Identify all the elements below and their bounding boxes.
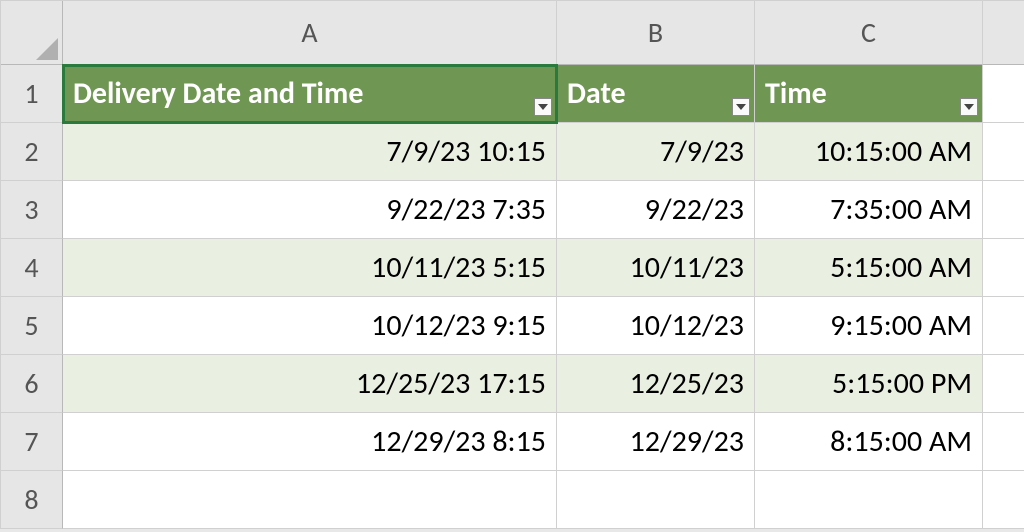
col-header-d[interactable] [983,1,1024,65]
cell-b2[interactable]: 7/9/23 [557,123,755,181]
cell-a2[interactable]: 7/9/23 10:15 [63,123,557,181]
row-header-1[interactable]: 1 [1,65,63,123]
cell-b4[interactable]: 10/11/23 [557,239,755,297]
row-header-8[interactable]: 8 [1,471,63,529]
cell-d2[interactable] [983,123,1024,181]
cell-b5[interactable]: 10/12/23 [557,297,755,355]
row-header-3[interactable]: 3 [1,181,63,239]
cell-b6[interactable]: 12/25/23 [557,355,755,413]
col-header-c[interactable]: C [755,1,983,65]
cell-d3[interactable] [983,181,1024,239]
cell-b7[interactable]: 12/29/23 [557,413,755,471]
cell-a6[interactable]: 12/25/23 17:15 [63,355,557,413]
cell-d4[interactable] [983,239,1024,297]
cell-c6[interactable]: 5:15:00 PM [755,355,983,413]
cell-a3[interactable]: 9/22/23 7:35 [63,181,557,239]
cell-a8[interactable] [63,471,557,529]
row-header-6[interactable]: 6 [1,355,63,413]
spreadsheet-grid: A B C 1 Delivery Date and Time Date Time… [0,0,1024,529]
cell-d6[interactable] [983,355,1024,413]
row-header-2[interactable]: 2 [1,123,63,181]
cell-c1[interactable]: Time [755,65,983,123]
cell-c7[interactable]: 8:15:00 AM [755,413,983,471]
select-all-corner[interactable] [1,1,63,65]
col-header-b[interactable]: B [557,1,755,65]
cell-a4[interactable]: 10/11/23 5:15 [63,239,557,297]
cell-c4[interactable]: 5:15:00 AM [755,239,983,297]
cell-c3[interactable]: 7:35:00 AM [755,181,983,239]
cell-d7[interactable] [983,413,1024,471]
col-header-a[interactable]: A [63,1,557,65]
row-header-5[interactable]: 5 [1,297,63,355]
cell-c5[interactable]: 9:15:00 AM [755,297,983,355]
cell-d5[interactable] [983,297,1024,355]
cell-c2[interactable]: 10:15:00 AM [755,123,983,181]
table-header-label: Date [567,75,626,112]
cell-c8[interactable] [755,471,983,529]
cell-b8[interactable] [557,471,755,529]
cell-a5[interactable]: 10/12/23 9:15 [63,297,557,355]
table-header-label: Delivery Date and Time [73,75,363,112]
filter-button-b[interactable] [732,98,750,116]
cell-a7[interactable]: 12/29/23 8:15 [63,413,557,471]
cell-d8[interactable] [983,471,1024,529]
filter-button-a[interactable] [534,98,552,116]
cell-a1[interactable]: Delivery Date and Time [63,65,557,123]
table-header-label: Time [765,75,827,112]
cell-b3[interactable]: 9/22/23 [557,181,755,239]
row-header-4[interactable]: 4 [1,239,63,297]
row-header-7[interactable]: 7 [1,413,63,471]
filter-button-c[interactable] [960,98,978,116]
cell-d1[interactable] [983,65,1024,123]
cell-b1[interactable]: Date [557,65,755,123]
